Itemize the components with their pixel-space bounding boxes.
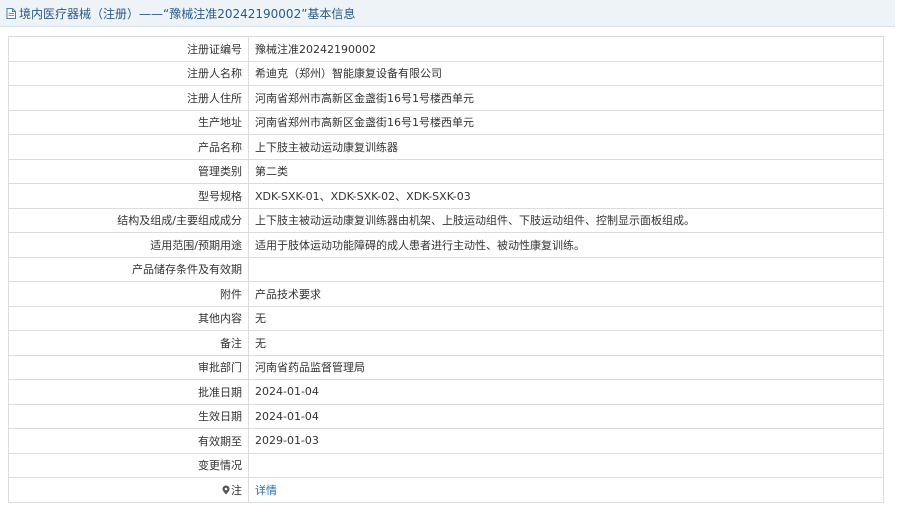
row-value: 2024-01-04 [248,379,884,405]
table-row: 产品储存条件及有效期 [8,256,884,282]
table-row: 注册人住所 河南省郑州市高新区金盏街16号1号楼西单元 [8,85,884,111]
row-label: 适用范围/预期用途 [8,232,249,258]
table-row: 其他内容无 [8,305,884,331]
row-label: 结构及组成/主要组成成分 [8,207,249,233]
row-value: 河南省郑州市高新区金盏街16号1号楼西单元 [248,85,884,111]
row-value: XDK-SXK-01、XDK-SXK-02、XDK-SXK-03 [248,183,884,209]
title-bar: 境内医疗器械（注册）——“豫械注准20242190002”基本信息 [0,0,895,27]
footer-body: 注 详情 [8,477,884,503]
table-row-note: 注 详情 [8,477,884,503]
table-row: 型号规格 XDK-SXK-01、XDK-SXK-02、XDK-SXK-03 [8,183,884,209]
row-label: 生产地址 [8,109,249,135]
info-table: 注册证编号 豫械注准20242190002 注册人名称 希迪克（郑州）智能康复设备有限… [8,36,884,503]
row-label-note: 注 [8,477,249,503]
row-value: 2029-01-03 [248,428,884,454]
row-value: 上下肢主被动运动康复训练器由机架、上肢运动组件、下肢运动组件、控制显示面板组成。 [248,207,884,233]
row-value: 希迪克（郑州）智能康复设备有限公司 [248,60,884,86]
detail-link[interactable]: 详情 [255,484,277,497]
row-label: 审批部门 [8,354,249,380]
info-table-body: 注册证编号 豫械注准20242190002 注册人名称 希迪克（郑州）智能康复设备有限… [8,36,884,478]
row-label: 注册人名称 [8,60,249,86]
row-label: 生效日期 [8,403,249,429]
table-row: 生效日期 2024-01-04 [8,403,884,429]
row-label: 有效期至 [8,428,249,454]
row-value [248,256,884,282]
row-value: 河南省郑州市高新区金盏街16号1号楼西单元 [248,109,884,135]
document-icon [6,7,16,19]
row-label: 产品储存条件及有效期 [8,256,249,282]
table-row: 产品名称 上下肢主被动运动康复训练器 [8,134,884,160]
page-title: 境内医疗器械（注册）——“豫械注准20242190002”基本信息 [19,6,356,21]
table-row: 结构及组成/主要组成成分 上下肢主被动运动康复训练器由机架、上肢运动组件、下肢运动… [8,207,884,233]
row-value: 适用于肢体运动功能障碍的成人患者进行主动性、被动性康复训练。 [248,232,884,258]
row-value: 无 [248,305,884,331]
row-label: 注册证编号 [8,36,249,62]
table-row: 注册证编号 豫械注准20242190002 [8,36,884,62]
row-value: 第二类 [248,158,884,184]
row-value: 产品技术要求 [248,281,884,307]
table-row: 备注无 [8,330,884,356]
row-value: 上下肢主被动运动康复训练器 [248,134,884,160]
row-label: 型号规格 [8,183,249,209]
table-row: 变更情况 [8,452,884,478]
row-label: 其他内容 [8,305,249,331]
row-label: 管理类别 [8,158,249,184]
row-label: 产品名称 [8,134,249,160]
row-label: 注册人住所 [8,85,249,111]
table-row: 注册人名称 希迪克（郑州）智能康复设备有限公司 [8,60,884,86]
table-row: 管理类别 第二类 [8,158,884,184]
row-label: 备注 [8,330,249,356]
row-label: 附件 [8,281,249,307]
row-value: 2024-01-04 [248,403,884,429]
row-value: 无 [248,330,884,356]
row-value: 豫械注准20242190002 [248,36,884,62]
row-value [248,452,884,478]
row-label: 批准日期 [8,379,249,405]
table-row: 有效期至 2029-01-03 [8,428,884,454]
table-row: 适用范围/预期用途 适用于肢体运动功能障碍的成人患者进行主动性、被动性康复训练。 [8,232,884,258]
table-row: 审批部门 河南省药品监督管理局 [8,354,884,380]
pin-icon [222,485,230,498]
row-value: 河南省药品监督管理局 [248,354,884,380]
row-label: 变更情况 [8,452,249,478]
table-row: 生产地址 河南省郑州市高新区金盏街16号1号楼西单元 [8,109,884,135]
note-label: 注 [231,483,242,497]
table-row: 批准日期 2024-01-04 [8,379,884,405]
row-value-note: 详情 [248,477,884,503]
table-row: 附件 产品技术要求 [8,281,884,307]
